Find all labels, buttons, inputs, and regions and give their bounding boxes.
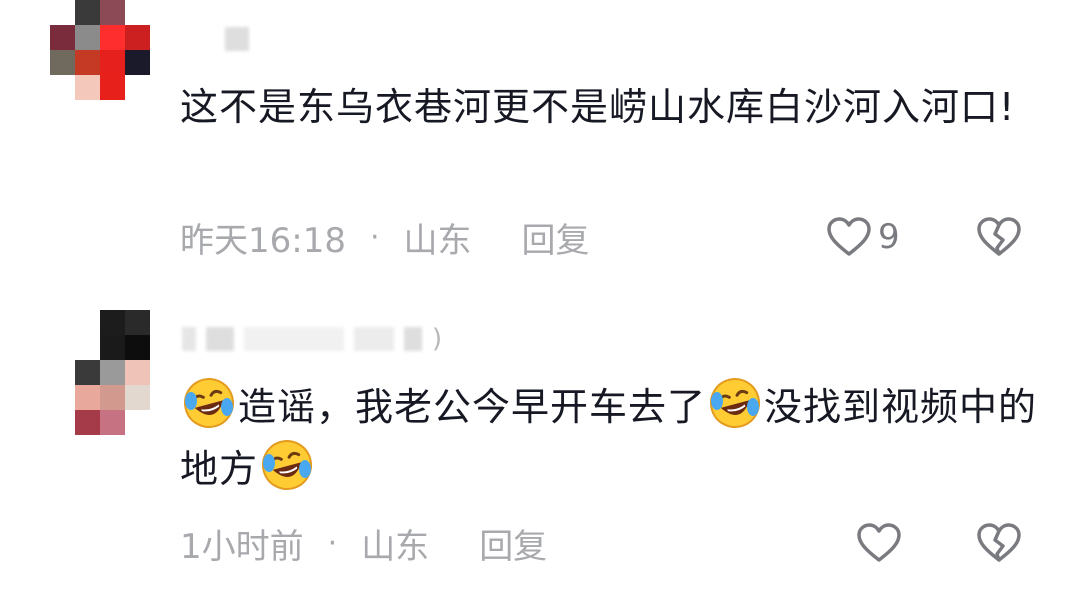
separator-dot: · — [369, 219, 380, 255]
avatar-mosaic-pixel — [75, 0, 100, 25]
avatar-mosaic-pixel — [125, 385, 150, 410]
avatar-mosaic-pixel — [50, 75, 75, 100]
username-redacted — [225, 27, 249, 51]
avatar-mosaic-pixel — [100, 50, 125, 75]
avatar-mosaic-pixel — [75, 335, 100, 360]
avatar-mosaic-pixel — [50, 50, 75, 75]
username-redacted — [182, 327, 196, 351]
avatar-mosaic-pixel — [75, 75, 100, 100]
username-redacted — [404, 327, 422, 351]
like-button[interactable] — [856, 513, 908, 573]
avatar-mosaic-pixel — [50, 0, 75, 25]
broken-heart-icon — [977, 217, 1021, 256]
username-suffix: ) — [432, 324, 443, 354]
comment-meta: 1小时前 · 山东 回复 — [180, 513, 547, 573]
comment-time: 昨天16:18 — [180, 220, 346, 261]
separator-dot: · — [327, 525, 338, 561]
comment-item: ) 造谣，我老公今早开车去了 没找到视频中的地方 1小时前 · 山东 回复 — [0, 300, 1080, 592]
reply-button[interactable]: 回复 — [522, 213, 590, 262]
dislike-button[interactable] — [976, 207, 1022, 267]
avatar-mosaic-pixel — [100, 0, 125, 25]
username-redacted — [354, 327, 394, 351]
avatar-mosaic-pixel — [100, 385, 125, 410]
comment-text-part: 造谣，我老公今早开车去了 — [238, 385, 707, 429]
avatar-mosaic-pixel — [125, 410, 150, 435]
comment-meta: 昨天16:18 · 山东 回复 — [180, 207, 590, 267]
avatar-mosaic-pixel — [125, 50, 150, 75]
avatar-mosaic-pixel — [75, 385, 100, 410]
avatar-mosaic-pixel — [100, 25, 125, 50]
avatar-mosaic-pixel — [75, 50, 100, 75]
username[interactable] — [225, 24, 259, 54]
avatar-mosaic-pixel — [125, 0, 150, 25]
reply-button[interactable]: 回复 — [479, 519, 547, 568]
avatar-mosaic-pixel — [100, 75, 125, 100]
avatar-mosaic-pixel — [100, 410, 125, 435]
avatar-mosaic-pixel — [75, 310, 100, 335]
avatar[interactable] — [75, 310, 150, 435]
comment-text: 这不是东乌衣巷河更不是崂山水库白沙河入河口! — [180, 85, 1016, 129]
heart-outline-icon — [827, 217, 871, 256]
avatar-mosaic-pixel — [125, 360, 150, 385]
like-count: 9 — [878, 217, 900, 257]
crying-laughing-emoji — [184, 378, 234, 428]
comment-text: 造谣，我老公今早开车去了 没找到视频中的地方 — [180, 376, 1040, 500]
avatar[interactable] — [50, 0, 150, 100]
avatar-mosaic-pixel — [125, 25, 150, 50]
crying-laughing-emoji — [710, 378, 761, 428]
heart-outline-icon — [857, 523, 901, 562]
comment-location: 山东 — [361, 526, 430, 567]
dislike-button[interactable] — [976, 513, 1022, 573]
username[interactable]: ) — [182, 324, 442, 354]
avatar-mosaic-pixel — [125, 310, 150, 335]
avatar-mosaic-pixel — [100, 335, 125, 360]
comment-time: 1小时前 — [180, 526, 304, 567]
avatar-mosaic-pixel — [125, 75, 150, 100]
like-button[interactable]: 9 — [826, 207, 900, 267]
avatar-mosaic-pixel — [125, 335, 150, 360]
avatar-mosaic-pixel — [50, 25, 75, 50]
avatar-mosaic-pixel — [75, 25, 100, 50]
avatar-mosaic-pixel — [75, 410, 100, 435]
username-redacted — [206, 327, 234, 351]
comment-location: 山东 — [403, 220, 472, 261]
username-redacted — [244, 327, 344, 351]
avatar-mosaic-pixel — [100, 310, 125, 335]
crying-laughing-emoji — [262, 440, 313, 490]
avatar-mosaic-pixel — [75, 360, 100, 385]
comment-item: 这不是东乌衣巷河更不是崂山水库白沙河入河口! 昨天16:18 · 山东 回复 9 — [0, 0, 1080, 300]
avatar-mosaic-pixel — [100, 360, 125, 385]
broken-heart-icon — [977, 523, 1021, 562]
